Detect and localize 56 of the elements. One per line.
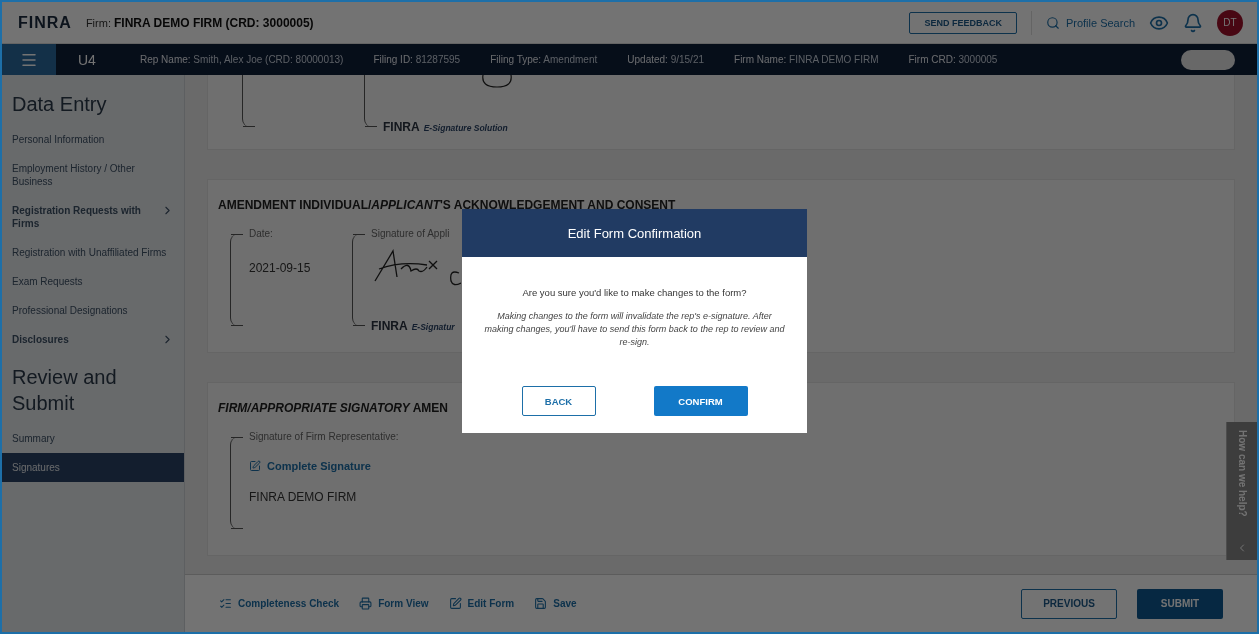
complete-signature-link[interactable]: Complete Signature xyxy=(249,460,520,472)
sidebar-item[interactable]: Personal Information xyxy=(2,125,184,154)
filing-info: Filing Type: Amendment xyxy=(490,54,598,65)
dialog-warning: Making changes to the form will invalidate the rep's e-signature. After making changes, you'll have to send this form back to the rep to review and re-sign. xyxy=(484,310,785,350)
filing-info: Firm CRD: 3000005 xyxy=(908,54,998,65)
profile-search-link[interactable]: Profile Search xyxy=(1045,15,1135,30)
brand-logo: FINRA xyxy=(383,120,420,134)
filing-info: Rep Name: Smith, Alex Joe (CRD: 80000013) xyxy=(140,54,344,65)
brand-caption: E-Signature Solution xyxy=(423,123,508,133)
firm-text: Firm: FINRA DEMO FIRM (CRD: 3000005) xyxy=(85,15,314,30)
confirm-button[interactable]: CONFIRM xyxy=(653,386,748,416)
action-link[interactable]: Save xyxy=(534,597,577,610)
dialog-question: Are you sure you'd like to make changes to the form? xyxy=(522,287,747,298)
checklist-icon xyxy=(219,597,232,610)
send-feedback-button[interactable]: SEND FEEDBACK xyxy=(909,11,1017,34)
back-button[interactable]: BACK xyxy=(521,386,596,416)
sidebar-item[interactable]: Summary xyxy=(2,424,184,453)
sidebar-item[interactable]: Registration with Unaffiliated Firms xyxy=(2,238,184,267)
signature-stroke xyxy=(481,75,515,89)
section-title: FIRM/APPROPRIATE SIGNATORY AMEN xyxy=(218,401,449,415)
dialog-title: Edit Form Confirmation xyxy=(462,209,807,257)
sidebar-item[interactable]: Professional Designations xyxy=(2,296,184,325)
action-link[interactable]: Form View xyxy=(359,597,429,610)
action-link[interactable]: Edit Form xyxy=(448,597,515,610)
section-title: AMENDMENT INDIVIDUAL/APPLICANT'S ACKNOWLEDGEMENT AND CONSENT xyxy=(218,198,676,212)
edit-icon xyxy=(448,597,462,610)
sidebar-item[interactable]: Registration Requests with Firms xyxy=(2,196,184,238)
submit-button[interactable]: SUBMIT xyxy=(1137,588,1223,619)
field-label: Signature of Appli xyxy=(371,228,450,239)
search-icon xyxy=(1045,15,1060,30)
save-icon xyxy=(534,597,548,610)
menu-button[interactable] xyxy=(2,44,56,75)
sidebar-item[interactable]: Signatures xyxy=(2,453,184,482)
brand-caption: E-Signatur xyxy=(411,322,455,332)
action-link[interactable]: Completeness Check xyxy=(219,597,340,610)
printer-icon xyxy=(359,597,373,610)
previous-button[interactable]: PREVIOUS xyxy=(1021,588,1117,619)
sidebar-heading: Review and Submit xyxy=(11,365,118,416)
user-avatar[interactable]: DT xyxy=(1217,9,1243,36)
field-label: Date: xyxy=(249,228,274,239)
sidebar-item[interactable]: Disclosures xyxy=(2,325,184,354)
sidebar-item[interactable]: Exam Requests xyxy=(2,267,184,296)
firm-name: FINRA DEMO FIRM xyxy=(249,490,358,504)
sidebar-heading: Data Entry xyxy=(11,92,108,117)
date-value: 2021-09-15 xyxy=(249,261,312,275)
brand-logo: FINRA xyxy=(371,319,408,333)
field-label: Signature of Firm Representative: xyxy=(249,431,400,442)
finra-logo: FINRA xyxy=(18,13,72,32)
filing-info: Filing ID: 81287595 xyxy=(373,54,461,65)
filing-info: Updated: 9/15/21 xyxy=(627,54,705,65)
form-name: U4 xyxy=(77,51,97,68)
toggle-pill[interactable] xyxy=(1181,49,1235,70)
filing-info: Firm Name: FINRA DEMO FIRM xyxy=(734,54,879,65)
sidebar-item[interactable]: Employment History / Other Business xyxy=(2,154,184,196)
bell-icon[interactable] xyxy=(1183,12,1203,33)
edit-icon xyxy=(249,460,261,472)
